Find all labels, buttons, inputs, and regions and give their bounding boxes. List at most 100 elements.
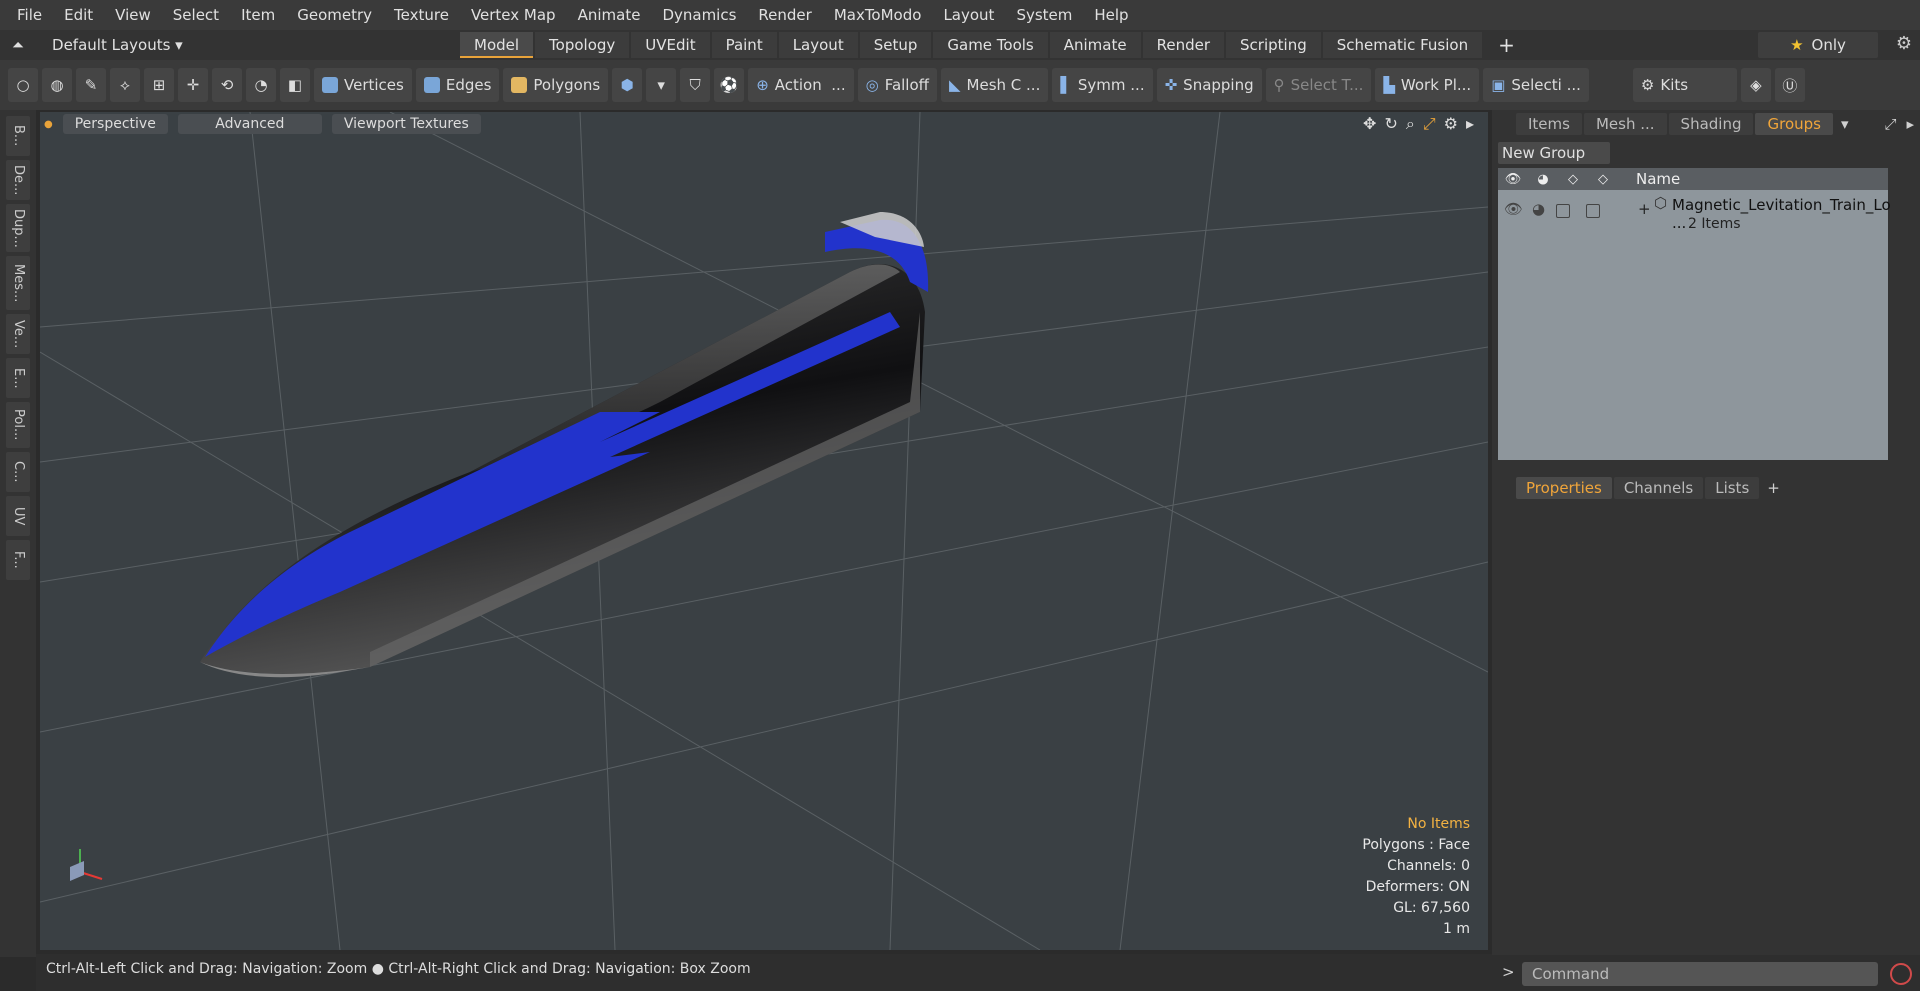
tab-scripting[interactable]: Scripting bbox=[1226, 32, 1321, 58]
viewport-textures-button[interactable]: Viewport Textures bbox=[331, 114, 481, 134]
select-circle-button[interactable]: ○ bbox=[8, 68, 38, 102]
tab-animate[interactable]: Animate bbox=[1049, 32, 1141, 58]
vertices-button[interactable]: Vertices bbox=[314, 68, 412, 102]
selection-sets-button[interactable]: ▣ Selecti ... bbox=[1483, 68, 1589, 102]
left-tab-uv[interactable]: UV bbox=[6, 496, 30, 536]
menu-view[interactable]: View bbox=[104, 0, 162, 30]
expand-icon[interactable]: ⤢ bbox=[1885, 115, 1897, 133]
visibility-eye-icon[interactable]: 👁 bbox=[1504, 200, 1523, 218]
unity-button[interactable]: ◈ bbox=[1740, 68, 1771, 102]
expand-plus-icon[interactable]: + bbox=[1638, 200, 1651, 218]
tab-setup[interactable]: Setup bbox=[859, 32, 932, 58]
item-mode-button[interactable]: ◧ bbox=[280, 68, 310, 102]
tab-paint[interactable]: Paint bbox=[711, 32, 777, 58]
left-tab-vertex[interactable]: Ve... bbox=[6, 314, 30, 354]
unreal-button[interactable]: Ⓤ bbox=[1774, 68, 1805, 102]
left-tab-fusion[interactable]: F... bbox=[6, 540, 30, 580]
tab-render[interactable]: Render bbox=[1142, 32, 1225, 58]
orbit-icon[interactable]: ↻ bbox=[1384, 114, 1397, 134]
tab-groups[interactable]: Groups bbox=[1755, 113, 1833, 135]
render-toggle-icon[interactable]: ◕ bbox=[1532, 200, 1545, 218]
menu-dynamics[interactable]: Dynamics bbox=[651, 0, 747, 30]
eye-icon[interactable]: 👁 bbox=[1498, 172, 1528, 187]
menu-animate[interactable]: Animate bbox=[567, 0, 652, 30]
action-center-button[interactable]: ⊕ Action ... bbox=[748, 68, 854, 102]
3d-viewport[interactable]: ● Perspective Advanced Viewport Textures… bbox=[40, 112, 1488, 950]
tab-properties[interactable]: Properties bbox=[1516, 477, 1612, 499]
menu-help[interactable]: Help bbox=[1083, 0, 1139, 30]
left-tab-deform[interactable]: De... bbox=[6, 160, 30, 200]
only-toggle[interactable]: ★ Only bbox=[1758, 32, 1878, 58]
menu-select[interactable]: Select bbox=[162, 0, 230, 30]
left-tab-curve[interactable]: C... bbox=[6, 452, 30, 492]
left-tab-basic[interactable]: B... bbox=[6, 116, 30, 156]
move-button[interactable]: ✛ bbox=[178, 68, 208, 102]
menu-system[interactable]: System bbox=[1005, 0, 1083, 30]
menu-edit[interactable]: Edit bbox=[53, 0, 104, 30]
left-tab-duplicate[interactable]: Dup... bbox=[6, 204, 30, 252]
left-tab-mesh-edit[interactable]: Mes... bbox=[6, 256, 30, 310]
menu-texture[interactable]: Texture bbox=[383, 0, 460, 30]
lasso-button[interactable]: ⟡ bbox=[110, 68, 140, 102]
list-item[interactable]: 👁 ◕ + ⬡ Magnetic_Levitation_Train_Lo ...… bbox=[1498, 190, 1891, 232]
menu-geometry[interactable]: Geometry bbox=[286, 0, 383, 30]
tabs-dropdown-icon[interactable]: ▾ bbox=[1841, 115, 1849, 133]
polygons-button[interactable]: Polygons bbox=[503, 68, 609, 102]
command-input[interactable]: Command bbox=[1522, 962, 1878, 986]
tab-layout[interactable]: Layout bbox=[778, 32, 858, 58]
material-mode-button[interactable]: ⬢ bbox=[612, 68, 643, 102]
tab-lists[interactable]: Lists bbox=[1705, 477, 1760, 499]
viewport-gear-icon[interactable]: ⚙ bbox=[1444, 114, 1458, 134]
select-icon[interactable]: ◇ bbox=[1588, 172, 1618, 187]
collapse-icon[interactable]: ⏶ bbox=[12, 36, 24, 54]
layout-dropdown[interactable]: ⏶ Default Layouts ▾ bbox=[0, 36, 460, 54]
tab-channels[interactable]: Channels bbox=[1613, 477, 1704, 499]
advanced-button[interactable]: Advanced bbox=[177, 114, 322, 134]
kits-button[interactable]: ⚙ Kits bbox=[1632, 68, 1737, 102]
maximize-icon[interactable]: ⤢ bbox=[1423, 114, 1436, 134]
perspective-button[interactable]: Perspective bbox=[62, 114, 168, 134]
transform-button[interactable]: ⊞ bbox=[144, 68, 174, 102]
edges-button[interactable]: Edges bbox=[415, 68, 500, 102]
tab-items[interactable]: Items bbox=[1516, 113, 1582, 135]
snapping-button[interactable]: ✜ Snapping bbox=[1156, 68, 1262, 102]
groups-name-header[interactable]: Name bbox=[1636, 170, 1680, 188]
lock-icon[interactable]: ◇ bbox=[1558, 172, 1588, 187]
gear-icon[interactable]: ⚙ bbox=[1896, 33, 1912, 54]
zoom-icon[interactable]: ⌕ bbox=[1406, 114, 1415, 134]
play-icon[interactable]: ▸ bbox=[1466, 114, 1474, 134]
tab-topology[interactable]: Topology bbox=[535, 32, 630, 58]
work-plane-button[interactable]: ▙ Work Pl... bbox=[1375, 68, 1480, 102]
pan-icon[interactable]: ✥ bbox=[1363, 114, 1376, 134]
menu-item[interactable]: Item bbox=[230, 0, 286, 30]
lock-checkbox[interactable] bbox=[1556, 204, 1570, 218]
tab-shading[interactable]: Shading bbox=[1668, 113, 1754, 135]
tab-schematic-fusion[interactable]: Schematic Fusion bbox=[1322, 32, 1483, 58]
render-icon[interactable]: ◕ bbox=[1528, 172, 1558, 187]
pen-button[interactable]: ✎ bbox=[76, 68, 106, 102]
new-group-button[interactable]: New Group bbox=[1498, 142, 1610, 164]
tab-model[interactable]: Model bbox=[460, 32, 534, 58]
add-tab-button[interactable]: + bbox=[1484, 32, 1529, 58]
symmetry-shield-button[interactable]: ⛉ bbox=[680, 68, 711, 102]
menu-maxtomodo[interactable]: MaxToModo bbox=[823, 0, 933, 30]
menu-file[interactable]: File bbox=[6, 0, 53, 30]
command-record-button[interactable] bbox=[1890, 963, 1912, 985]
left-tab-polygon[interactable]: Pol... bbox=[6, 402, 30, 448]
globe-button[interactable]: ◍ bbox=[42, 68, 72, 102]
scale-button[interactable]: ◔ bbox=[246, 68, 276, 102]
left-tab-edge[interactable]: E... bbox=[6, 358, 30, 398]
mode-dropdown-button[interactable]: ▾ bbox=[646, 68, 677, 102]
menu-render[interactable]: Render bbox=[747, 0, 822, 30]
tab-mesh[interactable]: Mesh ... bbox=[1583, 113, 1667, 135]
mesh-constraint-button[interactable]: ◣ Mesh C ... bbox=[940, 68, 1049, 102]
tab-uvedit[interactable]: UVEdit bbox=[631, 32, 710, 58]
menu-vertex-map[interactable]: Vertex Map bbox=[460, 0, 567, 30]
soccer-button[interactable]: ⚽ bbox=[714, 68, 745, 102]
add-tab-icon[interactable]: + bbox=[1767, 479, 1780, 497]
symmetry-button[interactable]: ▌ Symm ... bbox=[1052, 68, 1153, 102]
falloff-button[interactable]: ◎ Falloff bbox=[857, 68, 937, 102]
select-through-button[interactable]: ⚲ Select T... bbox=[1265, 68, 1372, 102]
rotate-button[interactable]: ⟲ bbox=[212, 68, 242, 102]
tab-game-tools[interactable]: Game Tools bbox=[933, 32, 1048, 58]
